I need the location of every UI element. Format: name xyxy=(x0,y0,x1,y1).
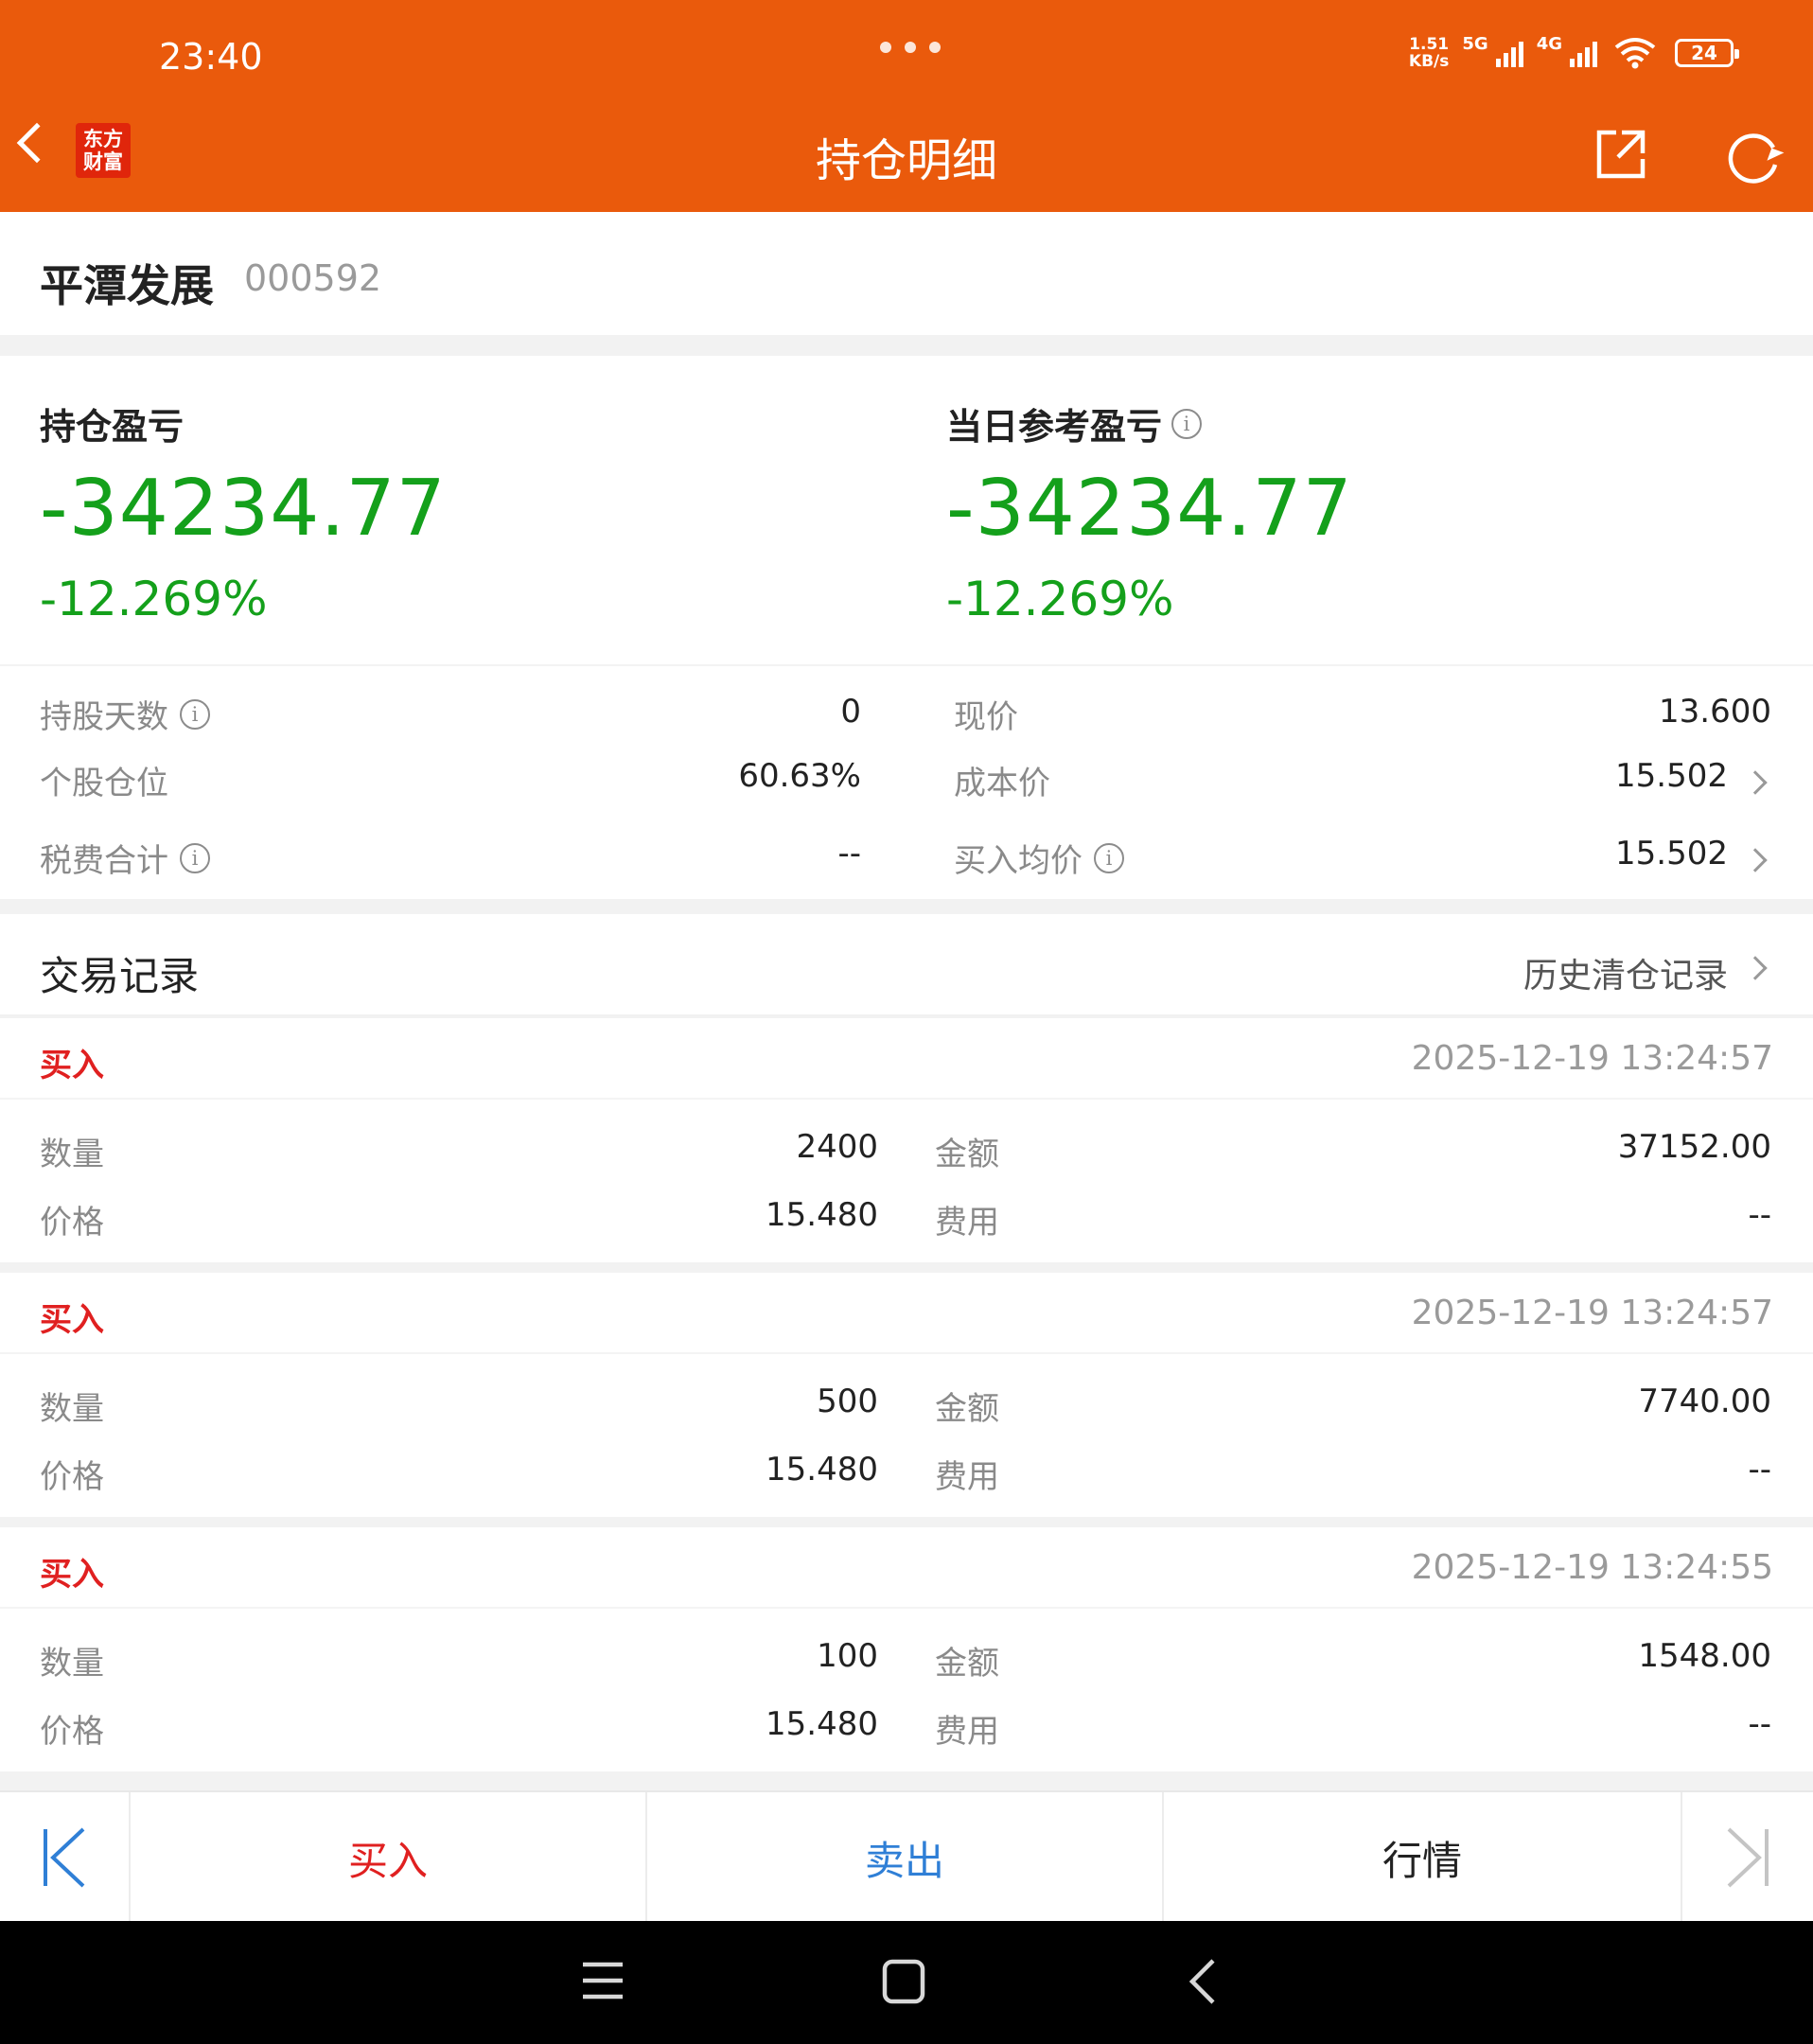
cost-price-value: 15.502 xyxy=(1615,757,1728,795)
trade-records-header: 交易记录 历史清仓记录 xyxy=(0,914,1813,1016)
status-time: 23:40 xyxy=(159,36,263,78)
position-ratio-value: 60.63% xyxy=(738,757,861,795)
qty-label: 数量 xyxy=(40,1645,104,1683)
battery-icon: 24 xyxy=(1675,38,1739,67)
trade-time: 2025-12-19 13:24:55 xyxy=(1411,1548,1773,1587)
action-bar: 买入 卖出 行情 xyxy=(0,1790,1813,1923)
menu-icon[interactable] xyxy=(581,1959,625,2002)
fee-label: 费用 xyxy=(935,1204,999,1242)
hold-pnl-percent: -12.269% xyxy=(40,572,268,626)
trade-record-head: 买入 2025-12-19 13:24:57 xyxy=(0,1273,1813,1354)
buy-button[interactable]: 买入 xyxy=(131,1792,647,1923)
amount-value: 37152.00 xyxy=(1617,1128,1771,1166)
share-icon[interactable] xyxy=(1593,127,1648,182)
quote-button[interactable]: 行情 xyxy=(1164,1792,1682,1923)
trade-type: 买入 xyxy=(40,1301,104,1339)
trade-record: 买入 2025-12-19 13:24:57 数量 500 金额 7740.00… xyxy=(0,1273,1813,1517)
hold-pnl-value: -34234.77 xyxy=(40,464,447,554)
qty-value: 100 xyxy=(817,1637,878,1675)
price-label: 价格 xyxy=(40,1204,104,1242)
last-page-icon xyxy=(1727,1827,1769,1888)
position-ratio-row: 个股仓位 xyxy=(40,765,168,802)
trade-type: 买入 xyxy=(40,1556,104,1594)
top-header: 23:40 1.51 KB/s 5G 4G 24 东方 财富 持仓明细 xyxy=(0,0,1813,212)
days-held-row: 持股天数 i xyxy=(40,691,210,737)
network-speed: 1.51 KB/s xyxy=(1408,34,1450,71)
stock-code: 000592 xyxy=(244,257,382,299)
trade-records-title: 交易记录 xyxy=(40,953,200,999)
signal-5g-icon xyxy=(1495,39,1523,67)
today-pnl-label: 当日参考盈亏 i xyxy=(946,397,1203,449)
network-5g-label: 5G xyxy=(1462,34,1488,54)
cost-price-row[interactable]: 成本价 xyxy=(954,757,1050,803)
avg-buy-price-value: 15.502 xyxy=(1615,835,1728,872)
qty-value: 500 xyxy=(817,1383,878,1420)
today-pnl-percent: -12.269% xyxy=(946,572,1174,626)
fee-label: 费用 xyxy=(935,1713,999,1751)
trade-time: 2025-12-19 13:24:57 xyxy=(1411,1294,1773,1332)
trade-time: 2025-12-19 13:24:57 xyxy=(1411,1039,1773,1078)
refresh-icon[interactable] xyxy=(1724,127,1785,184)
qty-value: 2400 xyxy=(796,1128,878,1166)
fee-label: 费用 xyxy=(935,1458,999,1496)
info-icon[interactable]: i xyxy=(1094,842,1124,873)
wifi-icon xyxy=(1614,37,1656,68)
chevron-right-icon[interactable] xyxy=(1743,956,1768,980)
qty-label: 数量 xyxy=(40,1390,104,1428)
price-value: 15.480 xyxy=(766,1451,878,1489)
page-title: 持仓明细 xyxy=(815,134,997,187)
today-pnl-value: -34234.77 xyxy=(946,464,1353,554)
chevron-right-icon[interactable] xyxy=(1743,770,1768,795)
chevron-right-icon[interactable] xyxy=(1743,848,1768,872)
back-nav-icon[interactable] xyxy=(1185,1957,1219,2006)
history-clear-link[interactable]: 历史清仓记录 xyxy=(1523,948,1728,997)
stock-header: 平潭发展 000592 xyxy=(0,212,1813,335)
home-icon[interactable] xyxy=(882,1959,925,2004)
price-value: 15.480 xyxy=(766,1196,878,1234)
fee-value: -- xyxy=(1748,1196,1771,1234)
price-label: 价格 xyxy=(40,1458,104,1496)
more-dots-icon xyxy=(880,42,941,53)
status-icons: 1.51 KB/s 5G 4G 24 xyxy=(1408,34,1739,71)
first-stock-button[interactable] xyxy=(0,1792,131,1923)
amount-value: 7740.00 xyxy=(1638,1383,1771,1420)
first-page-icon xyxy=(44,1827,85,1888)
amount-value: 1548.00 xyxy=(1638,1637,1771,1675)
fee-value: -- xyxy=(1748,1451,1771,1489)
amount-label: 金额 xyxy=(935,1645,999,1683)
signal-4g-icon xyxy=(1570,39,1597,67)
price-label: 价格 xyxy=(40,1713,104,1751)
fees-row: 税费合计 i xyxy=(40,835,210,881)
amount-label: 金额 xyxy=(935,1136,999,1173)
network-4g-label: 4G xyxy=(1536,34,1562,54)
avg-buy-price-row[interactable]: 买入均价 i xyxy=(954,835,1124,881)
last-stock-button[interactable] xyxy=(1682,1792,1813,1923)
trade-type: 买入 xyxy=(40,1047,104,1084)
info-icon[interactable]: i xyxy=(1171,408,1203,439)
info-icon[interactable]: i xyxy=(180,698,210,730)
pnl-summary: 持仓盈亏 -34234.77 -12.269% 当日参考盈亏 i -34234.… xyxy=(0,356,1813,664)
hold-pnl-label: 持仓盈亏 xyxy=(40,406,185,448)
amount-label: 金额 xyxy=(935,1390,999,1428)
price-value: 15.480 xyxy=(766,1705,878,1743)
trade-record-head: 买入 2025-12-19 13:24:55 xyxy=(0,1527,1813,1609)
position-details: 持股天数 i 0 个股仓位 60.63% 税费合计 i -- 现价 13.600 成… xyxy=(0,664,1813,899)
fees-value: -- xyxy=(837,835,861,872)
system-nav-bar xyxy=(0,1921,1813,2044)
sell-button[interactable]: 卖出 xyxy=(647,1792,1164,1923)
info-icon[interactable]: i xyxy=(180,842,210,873)
days-held-value: 0 xyxy=(840,693,861,731)
trade-record: 买入 2025-12-19 13:24:57 数量 2400 金额 37152.… xyxy=(0,1018,1813,1262)
current-price-row: 现价 xyxy=(954,698,1018,736)
stock-name: 平潭发展 xyxy=(40,260,214,311)
trade-record-head: 买入 2025-12-19 13:24:57 xyxy=(0,1018,1813,1100)
app-root: 23:40 1.51 KB/s 5G 4G 24 东方 财富 持仓明细 平潭发展… xyxy=(0,0,1813,2044)
trade-record: 买入 2025-12-19 13:24:55 数量 100 金额 1548.00… xyxy=(0,1527,1813,1771)
fee-value: -- xyxy=(1748,1705,1771,1743)
qty-label: 数量 xyxy=(40,1136,104,1173)
current-price-value: 13.600 xyxy=(1659,693,1771,731)
